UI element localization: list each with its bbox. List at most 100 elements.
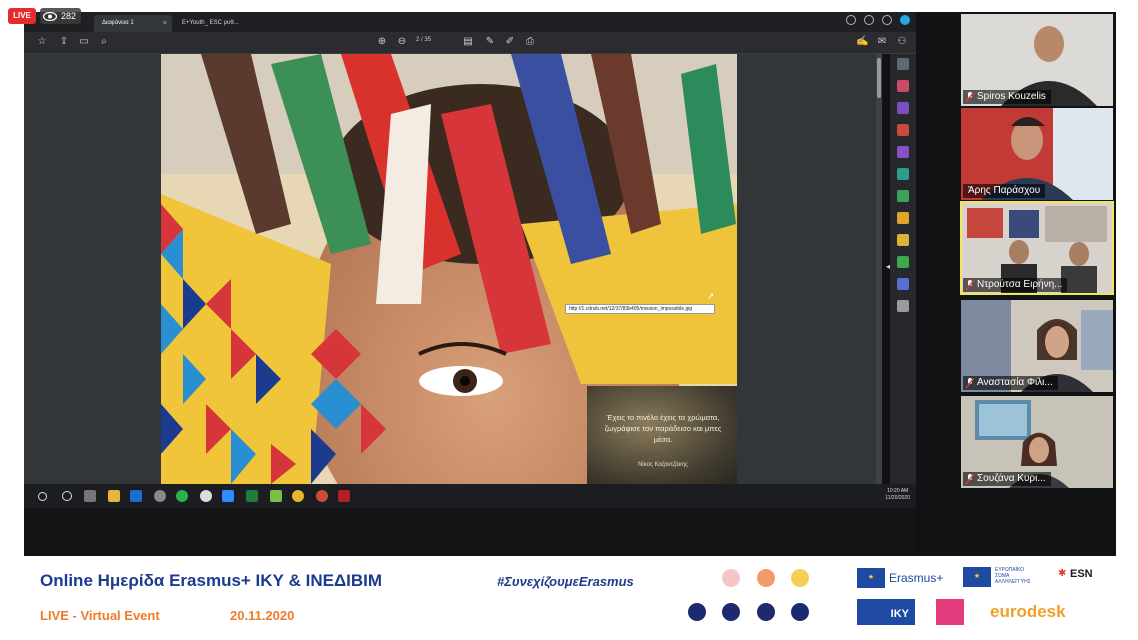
decorative-dot [722, 603, 740, 621]
iky-logo: IKY [857, 599, 915, 625]
tab-label: Διαφάνεια 1 [102, 20, 134, 26]
esc-line-3: ΑΛΛΗΛΕΓΓΥΗΣ [995, 579, 1031, 585]
upload-icon[interactable]: ⇪ [58, 36, 70, 48]
screen-letterbox [24, 508, 916, 556]
shared-screen: Διαφάνεια 1 × E+Youth_ ESC ρυθ... ☆ ⇪ ▭ … [24, 12, 1116, 556]
erasmus-logo-text: Erasmus+ [889, 571, 944, 585]
decorative-dot [791, 569, 809, 587]
star-icon: ✱ [1058, 568, 1067, 579]
whatsapp-icon[interactable] [176, 490, 188, 502]
windows-taskbar: 10:20 AM 11/20/2020 [24, 484, 916, 508]
acrobat-icon[interactable] [338, 490, 350, 502]
pdf-viewer: http://1.cdnsb.net/12/37/83b405/mission_… [24, 54, 882, 484]
quote-text: Έχεις το πινέλο έχεις τα χρώματα, ζωγράφ… [604, 413, 722, 444]
event-hashtag: #ΣυνεχίζουμεErasmus [497, 574, 634, 589]
window-controls [846, 15, 910, 25]
eurodesk-logo: eurodesk [990, 602, 1066, 621]
sign-icon[interactable]: ✍ [856, 36, 868, 48]
participant-name-text: Σουζάνα Κυρι... [977, 473, 1046, 484]
decorative-dot [757, 603, 775, 621]
edit-pdf-icon[interactable] [897, 102, 909, 114]
participant-tile[interactable]: Spiros Kouzelis [961, 14, 1113, 106]
organize-icon[interactable] [897, 190, 909, 202]
create-pdf-icon[interactable] [897, 124, 909, 136]
task-view-icon[interactable] [84, 490, 96, 502]
print-tool-icon[interactable] [897, 256, 909, 268]
clock-date: 11/20/2020 [885, 495, 910, 501]
highlight-icon[interactable]: ✐ [504, 36, 516, 48]
taskbar-clock[interactable]: 10:20 AM 11/20/2020 [885, 488, 910, 502]
eye-icon [43, 11, 57, 21]
event-live-label: LIVE - Virtual Event [40, 608, 160, 623]
user-add-icon[interactable]: ⚇ [896, 36, 908, 48]
event-date: 20.11.2020 [230, 608, 295, 623]
decorative-dot [757, 569, 775, 587]
participant-tile[interactable]: Σουζάνα Κυρι... [961, 396, 1113, 488]
participant-tile-active[interactable]: Ντρούτσα Ειρήνη... [960, 201, 1114, 295]
participant-name: Άρης Παράσχου [963, 184, 1046, 198]
pen-icon[interactable]: ✎ [484, 36, 496, 48]
more-tools-icon[interactable] [897, 300, 909, 312]
export-pdf-icon[interactable] [897, 80, 909, 92]
browser-icon[interactable] [316, 490, 328, 502]
participant-name: Αναστασία Φιλι... [963, 376, 1058, 390]
app-icon[interactable] [270, 490, 282, 502]
page-up-icon[interactable]: ⊕ [376, 36, 388, 48]
mic-muted-icon [966, 92, 974, 102]
scrollbar-thumb[interactable] [877, 58, 881, 98]
participant-name: Ντρούτσα Ειρήνη... [963, 278, 1068, 292]
mic-muted-icon [966, 280, 974, 290]
stream-frame: Διαφάνεια 1 × E+Youth_ ESC ρυθ... ☆ ⇪ ▭ … [0, 0, 1138, 640]
page-indicator[interactable]: 2 / 35 [416, 37, 431, 43]
participant-tile[interactable]: Άρης Παράσχου [961, 108, 1113, 200]
profile-icon[interactable] [900, 15, 910, 25]
participant-name: Σουζάνα Κυρι... [963, 472, 1051, 486]
chrome-icon[interactable] [200, 490, 212, 502]
mail-icon[interactable]: ✉ [876, 36, 888, 48]
zoom-app-icon[interactable] [222, 490, 234, 502]
browser-tab[interactable]: Διαφάνεια 1 × [94, 15, 172, 32]
excel-icon[interactable] [246, 490, 258, 502]
decorative-dot [722, 569, 740, 587]
comment-icon[interactable]: ▤ [462, 36, 474, 48]
bell-icon[interactable] [882, 15, 892, 25]
stamp-icon[interactable]: ⎙ [524, 36, 536, 48]
participant-name: Spiros Kouzelis [963, 90, 1051, 104]
protect-icon[interactable] [897, 234, 909, 246]
scrollbar-track[interactable] [876, 54, 882, 484]
mic-muted-icon [966, 378, 974, 388]
slide-image: http://1.cdnsb.net/12/37/83b405/mission_… [161, 54, 737, 484]
print-icon[interactable]: ▭ [78, 36, 90, 48]
shield-icon[interactable] [130, 490, 142, 502]
esn-logo-text: ESN [1070, 568, 1093, 580]
page-total: 35 [424, 37, 432, 43]
link-tooltip: http://1.cdnsb.net/12/37/83b405/mission_… [565, 304, 715, 314]
close-icon[interactable]: × [163, 15, 167, 32]
comment-tool-icon[interactable] [897, 146, 909, 158]
page-down-icon[interactable]: ⊖ [396, 36, 408, 48]
browser-tab[interactable]: E+Youth_ ESC ρυθ... [174, 15, 256, 32]
browser-tab-bar: Διαφάνεια 1 × E+Youth_ ESC ρυθ... [24, 12, 916, 32]
chat-icon[interactable] [846, 15, 856, 25]
chrome-canary-icon[interactable] [292, 490, 304, 502]
cortana-icon[interactable] [62, 491, 72, 501]
search-icon[interactable]: ⌕ [98, 36, 110, 48]
tab-label: E+Youth_ ESC ρυθ... [182, 20, 239, 26]
help-icon[interactable] [864, 15, 874, 25]
star-icon[interactable]: ☆ [36, 36, 48, 48]
combine-icon[interactable] [897, 168, 909, 180]
page-separator: / [421, 37, 423, 43]
shield-icon[interactable] [897, 278, 909, 290]
viewer-count-text: 282 [61, 11, 77, 21]
zoom-icon[interactable] [897, 58, 909, 70]
redact-icon[interactable] [897, 212, 909, 224]
participant-name-text: Αναστασία Φιλι... [977, 377, 1053, 388]
participant-tile[interactable]: Αναστασία Φιλι... [961, 300, 1113, 392]
cursor-icon: ➚ [707, 291, 715, 301]
event-banner: Online Ημερίδα Erasmus+ ΙΚΥ & ΙΝΕΔΙΒΙΜ L… [0, 556, 1138, 640]
settings-icon[interactable] [154, 490, 166, 502]
folder-icon[interactable] [108, 490, 120, 502]
live-badge: LIVE [8, 8, 36, 24]
search-icon[interactable] [38, 492, 47, 501]
page-current: 2 [416, 37, 420, 43]
